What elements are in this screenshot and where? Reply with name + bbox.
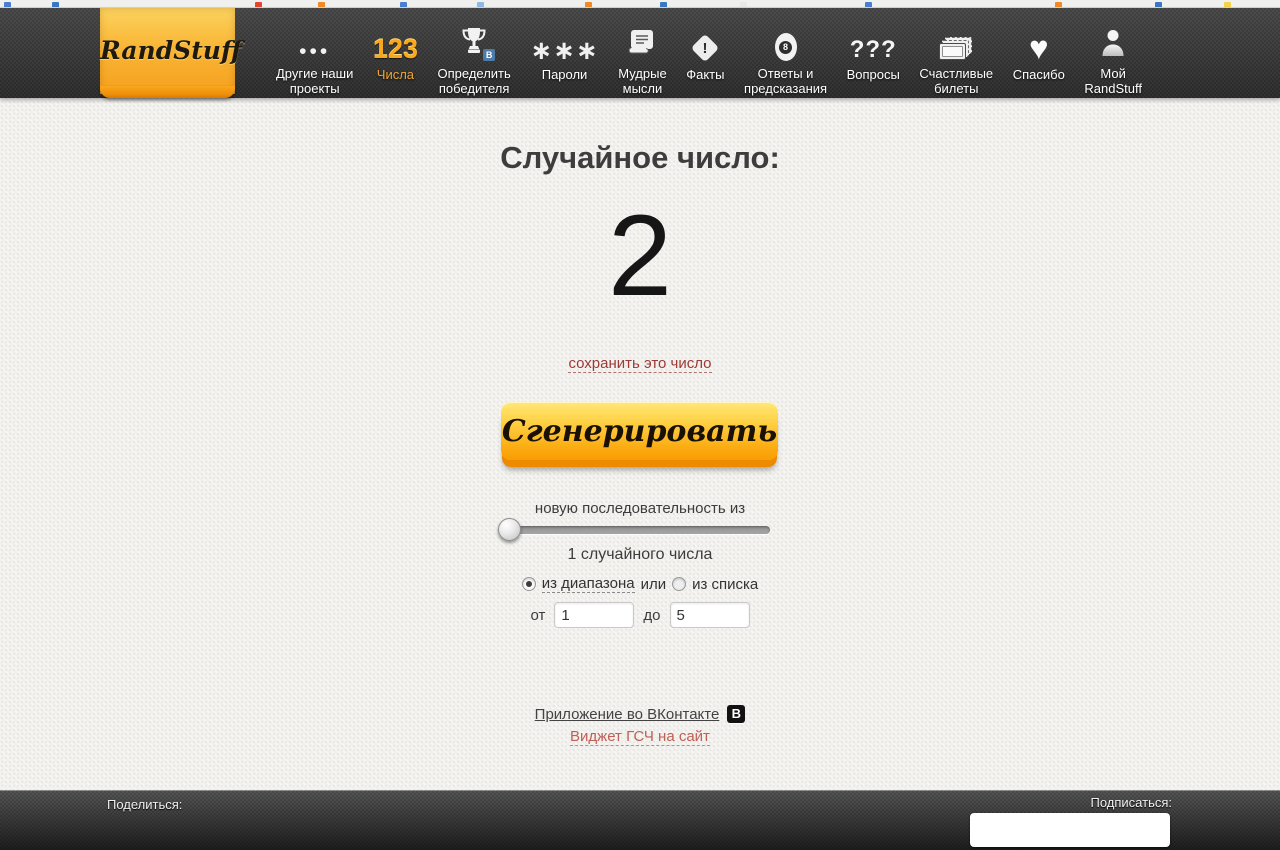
browser-favicon [477,2,484,7]
or-label: или [640,575,667,593]
list-mode-label[interactable]: из списка [692,576,758,593]
sequence-count-text: 1 случайного числа [567,546,713,563]
nav-item-answers-predictions[interactable]: 8 Ответы и предсказания [744,26,827,96]
diamond-exclamation-icon: ! [691,33,720,63]
to-label: до [643,606,661,624]
asterisks-icon: ∗∗∗ [530,35,599,65]
user-icon [1101,29,1125,61]
nav-item-numbers[interactable]: 123 Числа [373,26,418,96]
nav-item-passwords[interactable]: ∗∗∗ Пароли [530,26,598,96]
numbers-123-icon: 123 [372,34,418,64]
nav-item-other-projects[interactable]: ••• Другие наши проекты [276,26,353,96]
ribbon-fold [100,86,235,98]
page-title: Случайное число: [500,140,780,175]
nav-item-facts[interactable]: ! Факты [686,26,724,96]
browser-favicon [400,2,407,7]
nav-item-wise-thoughts[interactable]: Мудрые мысли [618,26,667,96]
nav-item-label: Мой RandStuff [1084,66,1142,96]
subscribe-widget-box[interactable] [970,813,1170,847]
nav-item-label: Пароли [541,67,588,82]
generate-button-label: Сгенерировать [501,413,778,449]
vk-icon[interactable]: B [727,705,746,723]
browser-bookmarks-sliver [0,0,1280,8]
nav-item-questions[interactable]: ??? Вопросы [847,26,900,96]
browser-favicon [255,2,262,7]
random-number-result: 2 [608,192,672,320]
browser-favicon [1224,2,1231,7]
nav-item-thanks[interactable]: ♥ Спасибо [1013,26,1065,96]
browser-favicon [740,2,747,7]
nav-item-lucky-tickets[interactable]: Счастливые билеты [919,26,993,96]
nav-item-label: Мудрые мысли [618,66,667,96]
sequence-prefix-text: новую последовательность из [534,500,746,517]
nav-item-label: Ответы и предсказания [744,66,828,96]
nav-item-label: Определить победителя [437,66,511,96]
range-radio[interactable] [521,577,536,591]
from-label: от [530,606,546,624]
dots-icon: ••• [299,40,331,63]
vk-app-row: Приложение во ВКонтакте B [0,705,1280,723]
browser-favicon [585,2,592,7]
browser-favicon [318,2,325,7]
nav-item-label: Другие наши проекты [276,66,354,96]
vk-app-link[interactable]: Приложение во ВКонтакте [535,706,720,723]
list-radio[interactable] [672,577,687,591]
sequence-slider-track[interactable] [498,518,770,541]
randstuff-logo: RandStuff [100,36,242,65]
nav-menu: ••• Другие наши проекты 123 Числа B Опре… [276,26,1142,96]
scroll-icon [627,28,657,61]
widget-link[interactable]: Виджет ГСЧ на сайт [570,728,710,746]
subscribe-label: Подписаться: [1090,795,1173,810]
vk-badge-icon: B [483,49,496,61]
nav-item-label: Спасибо [1012,67,1065,82]
mode-selector-row: из диапазона или из списка [0,575,1280,593]
browser-favicon [1155,2,1162,7]
share-label: Поделиться: [107,797,183,812]
randstuff-page: ••• Другие наши проекты 123 Числа B Опре… [0,0,1280,850]
save-number-link[interactable]: сохранить это число [568,355,712,373]
widget-link-row: Виджет ГСЧ на сайт [0,728,1280,746]
range-from-input[interactable] [554,602,635,628]
nav-item-label: Числа [376,67,415,82]
question-marks-icon: ??? [849,36,897,63]
tickets-icon [939,37,973,61]
sequence-slider-knob[interactable] [498,518,521,541]
nav-item-pick-winner[interactable]: B Определить победителя [438,26,511,96]
magic-8ball-icon: 8 [774,33,797,61]
range-mode-label[interactable]: из диапазона [541,575,635,593]
nav-item-my-randstuff[interactable]: Мой RandStuff [1084,26,1142,96]
browser-favicon [865,2,872,7]
nav-item-label: Счастливые билеты [919,66,994,96]
nav-item-label: Факты [686,67,725,82]
save-link-row: сохранить это число [0,355,1280,373]
footer-bar: Поделиться: Подписаться: [0,790,1280,850]
range-to-input[interactable] [669,602,750,628]
browser-favicon [660,2,667,7]
heart-icon: ♥ [1028,29,1049,66]
browser-favicon [4,2,11,7]
browser-favicon [1055,2,1062,7]
randstuff-logo-ribbon[interactable]: RandStuff [100,8,242,94]
nav-item-label: Вопросы [846,67,900,82]
browser-favicon [52,2,59,7]
range-inputs-row: от до [0,602,1280,628]
generate-button[interactable]: Сгенерировать [501,402,778,460]
